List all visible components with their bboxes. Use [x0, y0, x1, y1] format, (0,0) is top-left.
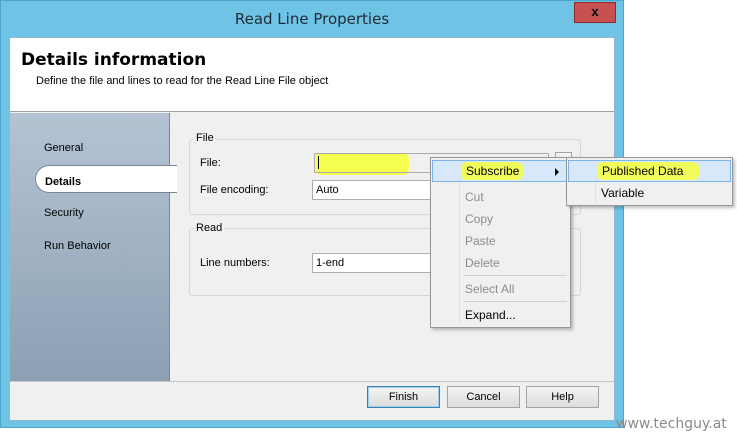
file-encoding-select[interactable]: Auto [312, 180, 436, 200]
text-cursor [318, 156, 319, 169]
menu-item-published-data[interactable]: Published Data [568, 160, 731, 182]
page-title: Details information [21, 50, 207, 70]
finish-button[interactable]: Finish [367, 386, 440, 408]
menu-item-paste[interactable]: Paste [432, 230, 569, 252]
close-button[interactable]: x [574, 2, 616, 23]
file-encoding-label: File encoding: [200, 184, 269, 196]
menu-item-subscribe-label: Subscribe [466, 164, 520, 178]
menu-separator [464, 301, 567, 302]
cancel-button[interactable]: Cancel [447, 386, 520, 408]
menu-item-select-all[interactable]: Select All [432, 278, 569, 300]
page-subtitle: Define the file and lines to read for th… [36, 75, 329, 87]
sidebar-item-security[interactable]: Security [44, 207, 84, 219]
line-numbers-input[interactable]: 1-end [312, 253, 436, 273]
watermark-text: www.techguy.at [616, 416, 727, 432]
footer-divider [10, 381, 614, 382]
menu-item-subscribe[interactable]: Subscribe [432, 160, 569, 182]
line-numbers-label: Line numbers: [200, 257, 270, 269]
menu-item-delete[interactable]: Delete [432, 252, 569, 274]
file-label: File: [200, 157, 221, 169]
help-button[interactable]: Help [526, 386, 599, 408]
context-menu: Subscribe Cut Copy Paste Delete Select A… [430, 157, 571, 328]
file-group-label: File [194, 132, 216, 144]
window-title: Read Line Properties [234, 10, 390, 28]
menu-item-published-data-label: Published Data [602, 164, 684, 178]
sidebar-item-general[interactable]: General [44, 142, 83, 154]
sidebar: General Details Security Run Behavior [10, 113, 177, 381]
sidebar-item-run-behavior[interactable]: Run Behavior [44, 240, 111, 252]
menu-separator [464, 275, 567, 276]
menu-item-variable[interactable]: Variable [568, 182, 731, 204]
subscribe-submenu: Published Data Variable [566, 157, 733, 206]
sidebar-item-details[interactable]: Details [35, 165, 177, 193]
read-group-label: Read [194, 222, 225, 234]
menu-item-cut[interactable]: Cut [432, 186, 569, 208]
menu-item-copy[interactable]: Copy [432, 208, 569, 230]
menu-item-expand[interactable]: Expand... [432, 304, 569, 326]
header-panel: Details information Define the file and … [10, 38, 614, 112]
title-bar[interactable]: Read Line Properties x [1, 1, 623, 37]
submenu-arrow-icon [555, 168, 559, 176]
